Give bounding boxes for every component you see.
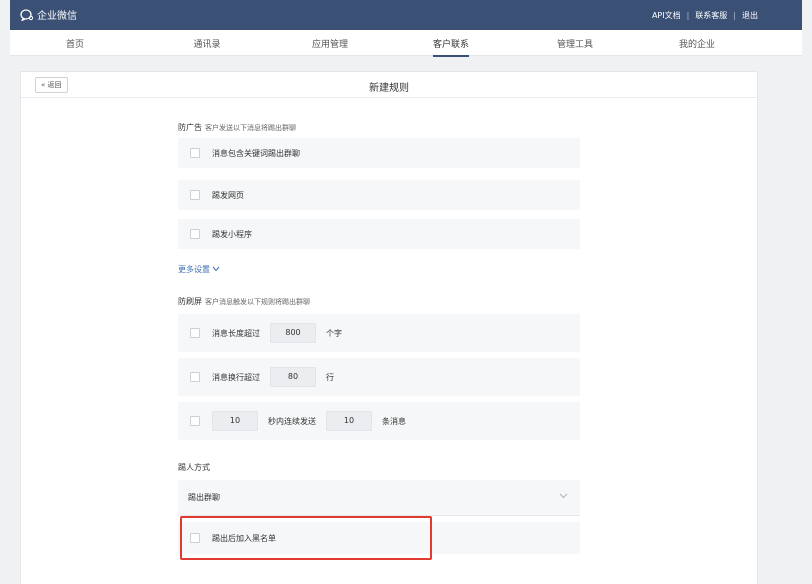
top-bar: 企业微信 API文档 | 联系客服 | 退出 xyxy=(10,0,802,30)
option-keyword-kick[interactable]: 消息包含关键词踢出群聊 xyxy=(178,138,580,168)
option-label: 消息包含关键词踢出群聊 xyxy=(212,148,300,158)
option-label: 秒内连续发送 xyxy=(268,416,316,426)
unit-label: 条消息 xyxy=(382,416,406,426)
tab-customer-contact[interactable]: 客户联系 xyxy=(432,37,470,57)
more-settings-link[interactable]: 更多设置 xyxy=(178,264,220,275)
length-limit-input[interactable]: 800 xyxy=(270,323,316,343)
option-label: 消息换行超过 xyxy=(212,372,260,382)
section-subtitle: 客户发送以下消息将踢出群聊 xyxy=(205,124,296,132)
checkbox[interactable] xyxy=(190,229,200,239)
line-limit-input[interactable]: 80 xyxy=(270,367,316,387)
section-subtitle: 客户消息触发以下规则将踢出群聊 xyxy=(205,298,310,306)
checkbox[interactable] xyxy=(190,190,200,200)
section-heading: 防刷屏 xyxy=(178,297,202,306)
unit-label: 行 xyxy=(326,372,334,382)
checkbox[interactable] xyxy=(190,148,200,158)
page-title: 新建规则 xyxy=(369,83,409,94)
tab-my-enterprise[interactable]: 我的企业 xyxy=(679,37,715,50)
chevron-down-icon xyxy=(212,265,220,274)
tab-management-tools[interactable]: 管理工具 xyxy=(557,37,593,50)
section-heading: 防广告 xyxy=(178,123,202,132)
option-label: 消息长度超过 xyxy=(212,328,260,338)
option-send-frequency[interactable]: 10 秒内连续发送 10 条消息 xyxy=(178,402,580,440)
wecom-logo-icon xyxy=(20,8,34,21)
api-docs-link[interactable]: API文档 xyxy=(652,10,681,21)
option-line-breaks[interactable]: 消息换行超过 80 行 xyxy=(178,358,580,396)
divider: | xyxy=(686,11,690,20)
option-kick-miniprogram[interactable]: 踢发小程序 xyxy=(178,219,580,249)
message-count-input[interactable]: 10 xyxy=(326,411,372,431)
selected-value: 踢出群聊 xyxy=(188,493,220,502)
option-message-length[interactable]: 消息长度超过 800 个字 xyxy=(178,314,580,352)
option-kick-webpage[interactable]: 踢发网页 xyxy=(178,180,580,210)
option-label: 踢发小程序 xyxy=(212,229,252,239)
tab-home[interactable]: 首页 xyxy=(66,37,84,50)
option-label: 踢出后加入黑名单 xyxy=(212,533,276,543)
contact-support-link[interactable]: 联系客服 xyxy=(695,10,727,21)
more-settings-label: 更多设置 xyxy=(178,265,210,274)
seconds-input[interactable]: 10 xyxy=(212,411,258,431)
kick-method-title: 踢人方式 xyxy=(178,463,210,472)
app-name: 企业微信 xyxy=(37,11,77,22)
option-add-blacklist[interactable]: 踢出后加入黑名单 xyxy=(178,522,580,554)
top-links: API文档 | 联系客服 | 退出 xyxy=(652,10,758,21)
tab-label: 客户联系 xyxy=(432,40,470,50)
active-tab-indicator xyxy=(432,55,470,57)
logout-link[interactable]: 退出 xyxy=(742,10,758,21)
kick-method-select[interactable]: 踢出群聊 xyxy=(178,480,580,516)
checkbox[interactable] xyxy=(190,533,200,543)
app-logo[interactable]: 企业微信 xyxy=(20,7,77,22)
chevron-down-icon xyxy=(559,492,568,501)
anti-spam-section-title: 防刷屏 客户消息触发以下规则将踢出群聊 xyxy=(178,296,310,307)
option-label: 踢发网页 xyxy=(212,190,244,200)
main-nav: 首页 通讯录 应用管理 客户联系 管理工具 我的企业 xyxy=(10,30,802,57)
tab-app-management[interactable]: 应用管理 xyxy=(312,37,348,50)
divider: | xyxy=(733,11,736,20)
anti-ad-section-title: 防广告 客户发送以下消息将踢出群聊 xyxy=(178,122,296,133)
checkbox[interactable] xyxy=(190,328,200,338)
checkbox[interactable] xyxy=(190,416,200,426)
card-header: « 返回 新建规则 xyxy=(21,72,757,98)
checkbox[interactable] xyxy=(190,372,200,382)
tab-contacts[interactable]: 通讯录 xyxy=(193,37,220,50)
unit-label: 个字 xyxy=(326,328,342,338)
